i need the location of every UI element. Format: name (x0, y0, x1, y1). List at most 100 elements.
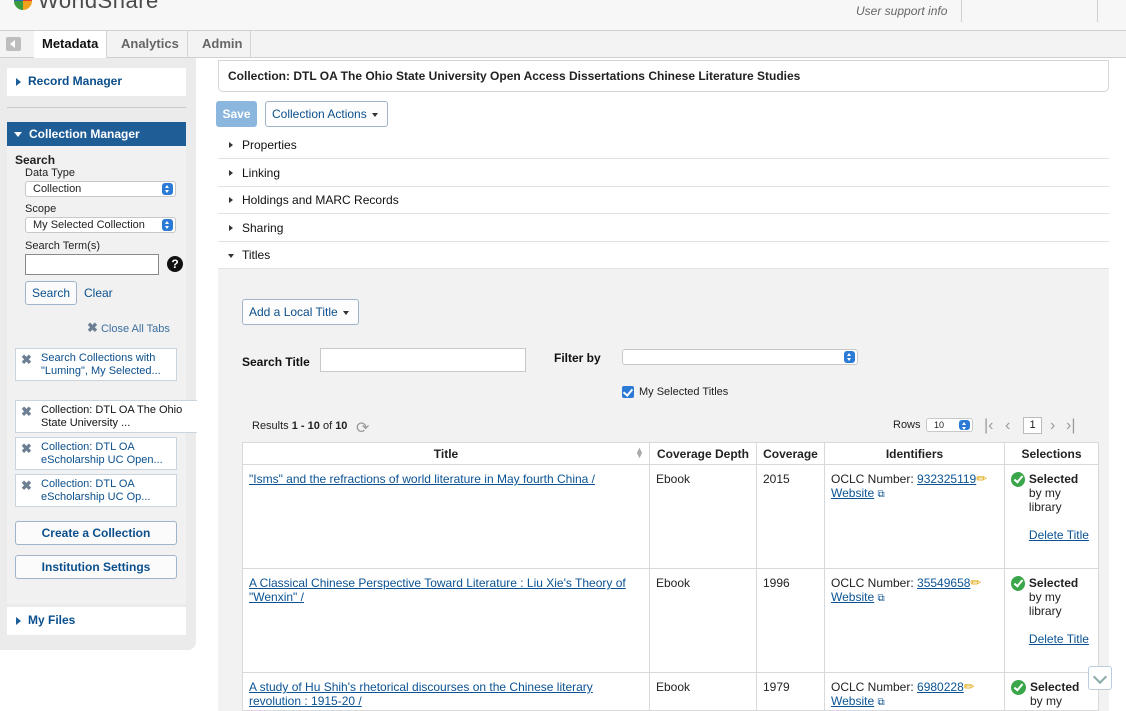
refresh-icon[interactable]: ⟳ (356, 418, 369, 438)
search-tab-label: Collection: DTL OA eScholarship UC Op... (41, 478, 151, 503)
selections-cell: Selected by my (1004, 672, 1099, 711)
selected-label: Selected (1030, 680, 1080, 694)
search-tab-label: Collection: DTL OA eScholarship UC Open.… (41, 441, 163, 466)
collection-actions-dropdown[interactable]: Collection Actions (265, 101, 388, 127)
tab-analytics[interactable]: Analytics (113, 31, 188, 58)
titles-table: Title Coverage Depth Coverage Identifier… (242, 442, 1099, 711)
collection-manager-title: Collection Manager (29, 127, 140, 141)
tab-metadata[interactable]: Metadata (34, 31, 108, 59)
selected-by-label: by my library (1028, 590, 1062, 618)
close-tab-icon[interactable]: ✖ (21, 404, 32, 420)
collection-manager-header[interactable]: Collection Manager (7, 122, 186, 146)
filter-by-label: Filter by (554, 351, 601, 365)
close-tab-icon[interactable]: ✖ (21, 441, 32, 457)
search-tab-item[interactable]: ✖ Collection: DTL OA eScholarship UC Op.… (15, 474, 177, 507)
next-page-icon[interactable]: › (1050, 417, 1055, 435)
last-page-icon[interactable]: ›| (1066, 417, 1075, 435)
oclc-link[interactable]: 932325119 (917, 472, 976, 486)
create-collection-button[interactable]: Create a Collection (15, 521, 177, 545)
title-link[interactable]: A study of Hu Shih's rhetorical discours… (249, 680, 593, 708)
external-link-icon: ⧉ (877, 697, 885, 708)
identifiers-cell: OCLC Number: 35549658✏ Website ⧉ (824, 568, 1005, 673)
rows-label: Rows (893, 419, 921, 431)
section-titles[interactable]: Titles (218, 242, 1109, 269)
oclc-link[interactable]: 6980228 (917, 680, 964, 694)
add-local-title-label: Add a Local Title (249, 305, 338, 319)
oclc-label: OCLC Number: (831, 472, 918, 486)
caret-down-icon (371, 112, 378, 117)
sort-icon[interactable]: ▲ ▼ (635, 446, 644, 460)
table-row: "Isms" and the refractions of world lite… (242, 464, 1099, 569)
oclc-label: OCLC Number: (831, 576, 918, 590)
worldshare-logo-icon (14, 0, 32, 10)
identifiers-cell: OCLC Number: 932325119✏ Website ⧉ (824, 464, 1005, 569)
delete-title-link[interactable]: Delete Title (1029, 632, 1089, 646)
coverage-depth: Ebook (649, 568, 757, 673)
close-tab-icon[interactable]: ✖ (21, 478, 32, 494)
first-page-icon[interactable]: |‹ (984, 417, 993, 435)
record-manager-link[interactable]: Record Manager (28, 74, 122, 88)
close-tab-icon[interactable]: ✖ (21, 352, 32, 368)
caret-down-icon (342, 310, 349, 315)
scroll-down-button[interactable] (1088, 666, 1112, 690)
section-linking[interactable]: Linking (218, 160, 1109, 187)
search-tab-label: Collection: DTL OA The Ohio State Univer… (41, 404, 183, 429)
results-prefix: Results (252, 420, 292, 432)
save-button[interactable]: Save (216, 101, 257, 127)
section-sharing[interactable]: Sharing (218, 215, 1109, 242)
table-row: A study of Hu Shih's rhetorical discours… (242, 672, 1099, 711)
website-link[interactable]: Website (831, 590, 874, 604)
selected-check-icon (1011, 680, 1026, 695)
coverage: 1996 (756, 568, 825, 673)
search-terms-input[interactable] (25, 254, 159, 275)
data-type-select[interactable]: Collection (25, 181, 176, 197)
user-support-info-link[interactable]: User support info (856, 4, 947, 18)
delete-title-link[interactable]: Delete Title (1029, 528, 1089, 542)
filter-by-select[interactable] (622, 349, 858, 365)
rows-select[interactable]: 10 (926, 418, 973, 432)
column-header-title[interactable]: Title (242, 442, 650, 465)
scope-select[interactable]: My Selected Collection (25, 217, 176, 233)
section-properties[interactable]: Properties (218, 132, 1109, 159)
selected-label: Selected (1028, 576, 1079, 590)
expand-icon (16, 616, 21, 625)
help-icon[interactable]: ? (167, 256, 183, 272)
edit-pencil-icon[interactable]: ✏ (976, 472, 987, 486)
select-arrows-icon (844, 351, 855, 363)
edit-pencil-icon[interactable]: ✏ (964, 680, 975, 694)
table-row: A Classical Chinese Perspective Toward L… (242, 568, 1099, 673)
search-tab-item-active[interactable]: ✖ Collection: DTL OA The Ohio State Univ… (15, 400, 197, 433)
add-local-title-dropdown[interactable]: Add a Local Title (242, 299, 359, 325)
brand-name: WorldShare (38, 0, 159, 13)
record-manager-panel[interactable]: Record Manager (7, 68, 186, 96)
tab-admin[interactable]: Admin (194, 31, 252, 58)
edit-pencil-icon[interactable]: ✏ (970, 576, 981, 590)
clear-link[interactable]: Clear (84, 286, 113, 300)
my-selected-titles-label: My Selected Titles (639, 386, 729, 398)
search-tab-item[interactable]: ✖ Collection: DTL OA eScholarship UC Ope… (15, 437, 177, 470)
title-link[interactable]: A Classical Chinese Perspective Toward L… (249, 576, 626, 604)
search-button[interactable]: Search (25, 281, 77, 305)
search-tab-item[interactable]: ✖ Search Collections with "Luming", My S… (15, 348, 177, 381)
scope-value: My Selected Collection (33, 219, 145, 231)
institution-settings-button[interactable]: Institution Settings (15, 555, 177, 579)
search-title-input[interactable] (320, 348, 526, 372)
oclc-link[interactable]: 35549658 (917, 576, 970, 590)
my-selected-titles-checkbox[interactable] (622, 386, 634, 398)
results-total: 10 (335, 420, 348, 432)
section-holdings[interactable]: Holdings and MARC Records (218, 187, 1109, 214)
title-link[interactable]: "Isms" and the refractions of world lite… (249, 472, 595, 486)
close-all-tabs-link[interactable]: ✖ Close All Tabs (87, 320, 170, 336)
my-files-panel[interactable]: My Files (7, 607, 186, 635)
page-number-input[interactable]: 1 (1023, 417, 1042, 434)
website-link[interactable]: Website (831, 486, 874, 500)
brand: WorldShare (14, 0, 159, 13)
column-header-coverage-depth: Coverage Depth (649, 442, 757, 465)
collapse-sidebar-button[interactable] (6, 37, 21, 51)
search-tab-label: Search Collections with "Luming", My Sel… (41, 352, 161, 377)
prev-page-icon[interactable]: ‹ (1005, 417, 1010, 435)
website-link[interactable]: Website (831, 694, 874, 708)
oclc-label: OCLC Number: (831, 680, 918, 694)
select-arrows-icon (162, 219, 173, 231)
my-files-link[interactable]: My Files (28, 613, 75, 627)
